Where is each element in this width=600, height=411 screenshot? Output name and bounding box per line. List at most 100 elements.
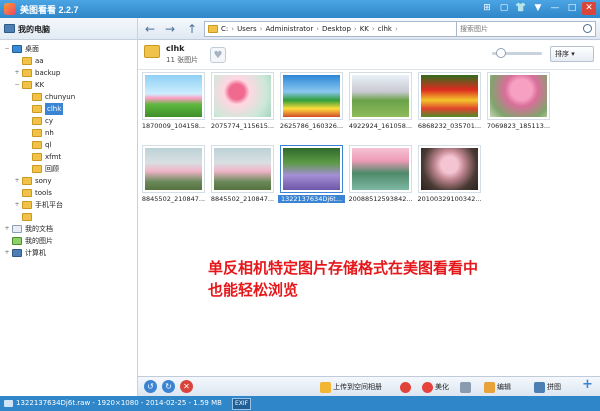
rotate-right-button[interactable]: ↻ (162, 380, 175, 393)
expander-icon[interactable]: − (13, 79, 21, 91)
crop-tool-button[interactable] (460, 380, 473, 394)
tree-item[interactable]: clhk (0, 103, 137, 115)
tree-item[interactable]: aa (0, 55, 137, 67)
shirt-skin-icon[interactable]: 👕 (514, 2, 528, 15)
expander-icon[interactable]: + (13, 199, 21, 211)
back-button[interactable]: ← (142, 21, 158, 37)
breadcrumb-item[interactable]: clhk (378, 25, 392, 33)
sidebar-header[interactable]: 我的电脑 (0, 18, 137, 40)
breadcrumb-item[interactable]: Users (237, 25, 257, 33)
zoom-slider[interactable] (492, 48, 542, 58)
tree-item[interactable]: − KK (0, 79, 137, 91)
thumbnail-image[interactable] (418, 72, 481, 120)
weibo-share-button[interactable] (400, 380, 413, 394)
tree-item[interactable]: 我的图片 (0, 235, 137, 247)
fullscreen-icon[interactable]: ▢ (497, 2, 511, 15)
thumbnail-image[interactable] (211, 145, 274, 193)
maximize-button[interactable]: □ (565, 2, 579, 15)
breadcrumb-item[interactable]: Desktop (322, 25, 351, 33)
zoom-slider-handle[interactable] (496, 48, 506, 58)
thumbnail-item[interactable]: 7069823_185113... (485, 70, 552, 132)
breadcrumb-item[interactable]: Administrator (265, 25, 313, 33)
thumbnail-image[interactable] (280, 145, 343, 193)
breadcrumb-separator-icon[interactable]: › (316, 25, 319, 33)
breadcrumb-item[interactable]: KK (360, 25, 369, 33)
thumbnail-item[interactable]: 2075774_115615... (209, 70, 276, 132)
search-box[interactable] (456, 21, 596, 37)
thumbnail-caption: 20088512593842... (348, 195, 413, 203)
tree-item-label: 回顾 (45, 165, 59, 173)
thumbnail-image[interactable] (349, 72, 412, 120)
breadcrumb-separator-icon[interactable]: › (260, 25, 263, 33)
search-icon[interactable] (583, 24, 592, 33)
tree-item[interactable] (0, 211, 137, 223)
thumbnail-item[interactable]: 4922924_161058... (347, 70, 414, 132)
upload-album-button[interactable]: 上传到空间相册 (320, 380, 382, 394)
thumbnail-image[interactable] (142, 72, 205, 120)
thumbnail-image[interactable] (487, 72, 550, 120)
minimize-button[interactable]: — (548, 2, 562, 15)
folder-name: clhk (166, 44, 185, 53)
expander-icon[interactable]: + (3, 247, 11, 259)
tree-item-label: KK (35, 81, 45, 89)
exif-badge[interactable]: EXIF (231, 398, 252, 410)
thumbnail-item[interactable]: 2625786_160326... (278, 70, 345, 132)
breadcrumb-separator-icon[interactable]: › (395, 25, 398, 33)
up-folder-button[interactable]: ↑ (184, 21, 200, 37)
rotate-left-button[interactable]: ↺ (144, 380, 157, 393)
edit-button[interactable]: 编辑 (484, 380, 511, 394)
thumbnail-item[interactable]: 1870009_104158... (140, 70, 207, 132)
expander-icon[interactable]: + (13, 175, 21, 187)
tree-item[interactable]: xfmt (0, 151, 137, 163)
menu-dropdown-icon[interactable]: ▼ (531, 2, 545, 15)
tree-item[interactable]: − 桌面 (0, 43, 137, 55)
search-input[interactable] (457, 22, 567, 36)
thumbnail-image[interactable] (418, 145, 481, 193)
breadcrumb-item[interactable]: C: (221, 25, 228, 33)
tree-item[interactable]: + 我的文档 (0, 223, 137, 235)
thumbnail-image[interactable] (349, 145, 412, 193)
thumbnail-image[interactable] (211, 72, 274, 120)
tree-item[interactable]: nh (0, 127, 137, 139)
tree-item[interactable]: ql (0, 139, 137, 151)
thumbnail-item[interactable]: 1322137634Dj6t... (278, 143, 345, 205)
delete-button[interactable]: ✕ (180, 380, 193, 393)
tree-item-label: sony (35, 177, 52, 185)
favorite-heart-button[interactable]: ♥ (210, 47, 226, 63)
thumbnail-image[interactable] (142, 145, 205, 193)
sidebar-header-label: 我的电脑 (18, 25, 50, 34)
tree-item[interactable]: + sony (0, 175, 137, 187)
thumbnail-item[interactable]: 8845502_210847... (209, 143, 276, 205)
add-button[interactable]: + (582, 378, 593, 392)
thumbnail-item[interactable]: 20088512593842... (347, 143, 414, 205)
tree-item[interactable]: 回顾 (0, 163, 137, 175)
breadcrumb-separator-icon[interactable]: › (372, 25, 375, 33)
thumbnail-item[interactable]: 20100329100342... (416, 143, 483, 205)
tree-item[interactable]: tools (0, 187, 137, 199)
expander-icon[interactable]: + (13, 67, 21, 79)
skin-grid-icon[interactable]: ⊞ (480, 2, 494, 15)
breadcrumb-separator-icon[interactable]: › (231, 25, 234, 33)
address-bar[interactable]: C: › Users › Administrator › Desktop › KK › clhk › (204, 21, 458, 37)
tree-item[interactable]: + backup (0, 67, 137, 79)
thumbnail-item[interactable]: 6868232_035701... (416, 70, 483, 132)
forward-button[interactable]: → (162, 21, 178, 37)
puzzle-button[interactable]: 拼图 (534, 380, 561, 394)
tree-item[interactable]: + 手机平台 (0, 199, 137, 211)
thumbnail-image[interactable] (280, 72, 343, 120)
breadcrumb-separator-icon[interactable]: › (354, 25, 357, 33)
tree-item-label: chunyun (45, 93, 76, 101)
tree-item[interactable]: chunyun (0, 91, 137, 103)
sort-button[interactable]: 排序 ▾ (550, 46, 594, 62)
thumbnail-item[interactable]: 8845502_210847... (140, 143, 207, 205)
close-button[interactable]: ✕ (582, 2, 596, 15)
tree-item[interactable]: + 计算机 (0, 247, 137, 259)
expander-icon[interactable]: − (3, 43, 11, 55)
folder-icon (32, 105, 42, 113)
star-upload-icon (320, 381, 331, 393)
beautify-button[interactable]: 美化 (422, 380, 449, 394)
status-text: 1322137634Dj6t.raw - 1920×1080 - 2014-02… (16, 399, 222, 407)
photo-preview (352, 148, 409, 190)
expander-icon[interactable]: + (3, 223, 11, 235)
tree-item[interactable]: cy (0, 115, 137, 127)
